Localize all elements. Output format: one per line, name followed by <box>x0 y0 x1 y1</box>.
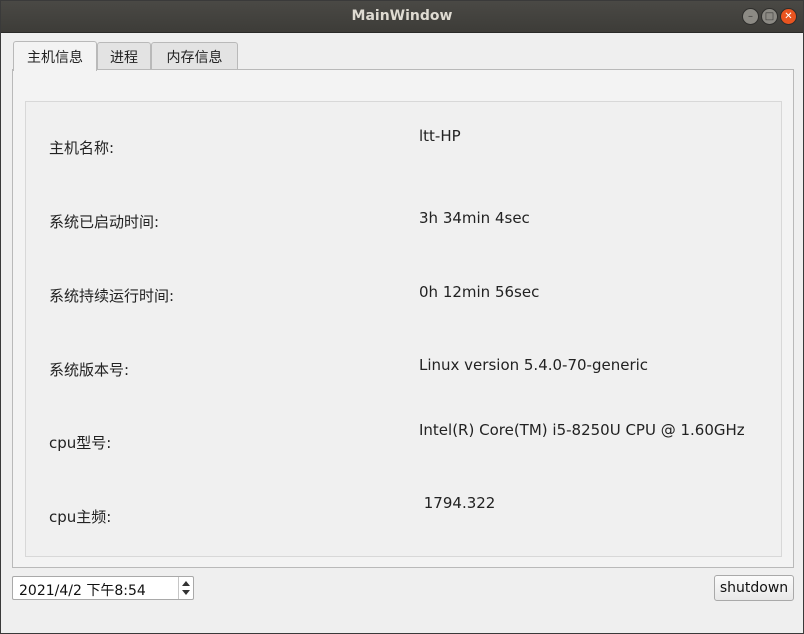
host-info-frame: 主机名称: ltt-HP 系统已启动时间: 3h 34min 4sec 系统持续… <box>25 101 782 557</box>
datetime-spinner[interactable] <box>178 577 193 599</box>
boot-time-value: 3h 34min 4sec <box>419 209 530 227</box>
hostname-value: ltt-HP <box>419 127 461 145</box>
hostname-label: 主机名称: <box>49 139 115 157</box>
cpu-model-label: cpu型号: <box>49 434 112 452</box>
os-version-label: 系统版本号: <box>49 361 130 379</box>
boot-time-label: 系统已启动时间: <box>49 213 160 231</box>
tab-memory-info[interactable]: 内存信息 <box>151 42 238 70</box>
shutdown-button[interactable]: shutdown <box>714 575 794 601</box>
os-version-value: Linux version 5.4.0-70-generic <box>419 356 649 374</box>
tab-label: 内存信息 <box>166 49 223 66</box>
tab-label: 进程 <box>110 49 138 66</box>
host-info-panel: 主机名称: ltt-HP 系统已启动时间: 3h 34min 4sec 系统持续… <box>12 69 794 568</box>
datetime-text: 2021/4/2 下午8:54 <box>19 583 146 599</box>
minimize-icon[interactable]: – <box>742 8 759 25</box>
maximize-icon[interactable]: □ <box>761 8 778 25</box>
tab-host-info[interactable]: 主机信息 <box>13 41 97 71</box>
main-window: MainWindow – □ ✕ 主机信息 进程 内存信息 主机名称: ltt-… <box>0 0 804 634</box>
cpu-model-value: Intel(R) Core(TM) i5-8250U CPU @ 1.60GHz <box>419 421 745 439</box>
tab-label: 主机信息 <box>27 49 83 66</box>
tab-process[interactable]: 进程 <box>97 42 151 70</box>
datetime-edit[interactable]: 2021/4/2 下午8:54 <box>12 576 194 600</box>
cpu-frequency-value: 1794.322 <box>419 494 496 512</box>
uptime-label: 系统持续运行时间: <box>49 287 175 305</box>
uptime-value: 0h 12min 56sec <box>419 283 540 301</box>
window-title: MainWindow <box>351 8 453 24</box>
close-icon[interactable]: ✕ <box>780 8 797 25</box>
title-bar[interactable]: MainWindow – □ ✕ <box>1 1 803 33</box>
cpu-frequency-label: cpu主频: <box>49 508 112 526</box>
spin-up-icon[interactable] <box>182 581 190 586</box>
spin-down-icon[interactable] <box>182 590 190 595</box>
